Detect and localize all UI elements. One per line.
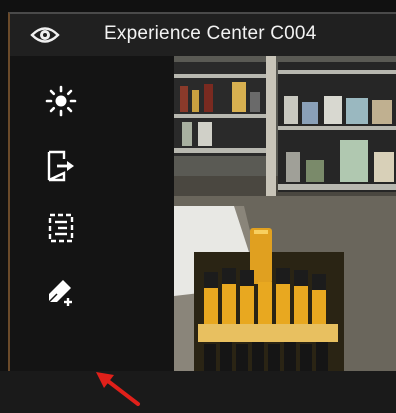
tool-sidebar [8, 56, 174, 406]
window-title: Experience Center C004 [104, 23, 317, 44]
app-window: Experience Center C004 [0, 0, 396, 406]
title-bar: Experience Center C004 [8, 12, 396, 56]
add-tag-icon[interactable] [44, 274, 78, 308]
brightness-icon[interactable] [44, 84, 78, 118]
list-icon[interactable] [44, 211, 78, 245]
eye-icon[interactable] [30, 24, 60, 46]
export-icon[interactable] [44, 149, 78, 183]
red-arrow-icon [92, 366, 142, 408]
camera-feed[interactable] [174, 56, 396, 371]
